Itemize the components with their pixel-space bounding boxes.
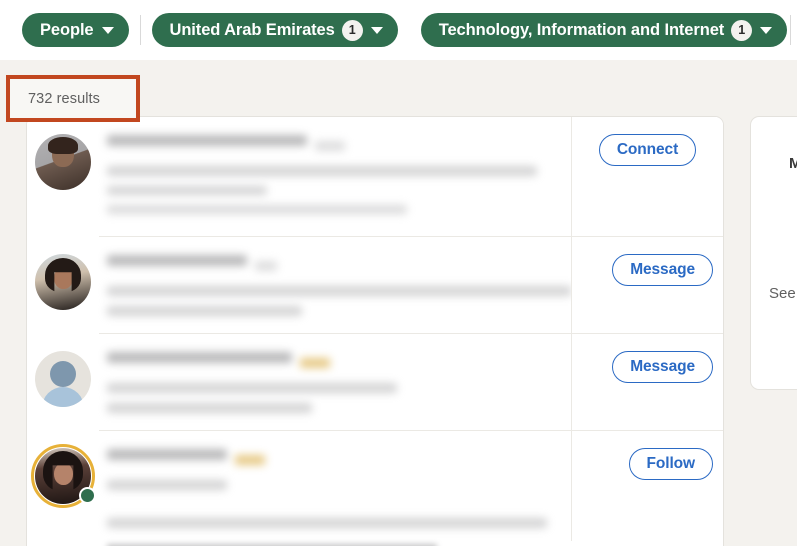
chevron-down-icon (101, 26, 114, 34)
table-row[interactable]: Follow (27, 431, 723, 541)
profile-info-redacted (99, 117, 571, 237)
linkedin-search-results-page: People United Arab Emirates 1 Technology… (0, 0, 797, 546)
connect-button[interactable]: Connect (598, 134, 697, 166)
filter-pill-industry[interactable]: Technology, Information and Internet 1 (420, 13, 788, 47)
results-count-highlight: 732 results (6, 75, 140, 122)
profile-info-redacted (99, 334, 571, 431)
filter-count-badge: 1 (341, 19, 363, 41)
profile-name-blurred (107, 449, 227, 460)
avatar[interactable] (35, 351, 91, 407)
profile-badge-blurred (235, 454, 265, 465)
action-cell: Message (571, 237, 723, 334)
profile-photo-icon (35, 254, 91, 310)
right-side-panel: M See (750, 116, 797, 390)
avatar[interactable] (31, 444, 96, 508)
profile-location-blurred (107, 306, 302, 316)
profile-headline-blurred (107, 286, 571, 296)
filter-pill-location[interactable]: United Arab Emirates 1 (151, 13, 398, 47)
chevron-down-icon (370, 26, 383, 34)
table-row[interactable]: Message (27, 334, 723, 431)
avatar-cell (27, 334, 99, 431)
side-panel-see-more-link[interactable]: See (769, 285, 796, 302)
side-panel-title: M (789, 155, 797, 172)
search-filter-bar: People United Arab Emirates 1 Technology… (0, 0, 797, 60)
filter-bar-right-divider (790, 15, 791, 45)
results-count-text: 732 results (28, 90, 101, 107)
filter-divider (139, 15, 141, 45)
search-results-card: Connect Message Message Follow (26, 116, 724, 546)
profile-meta-blurred (107, 205, 407, 214)
table-row[interactable]: Connect (27, 117, 723, 237)
profile-name-blurred (107, 255, 247, 266)
filter-pill-label: United Arab Emirates (169, 20, 335, 39)
profile-name-blurred (107, 135, 307, 146)
filter-pill-label: People (40, 20, 94, 39)
profile-meta-blurred (107, 518, 547, 528)
avatar[interactable] (35, 254, 91, 310)
profile-headline-blurred (107, 166, 537, 176)
profile-degree-blurred (315, 140, 345, 151)
profile-headline-blurred (107, 480, 227, 490)
message-button[interactable]: Message (612, 351, 713, 383)
follow-button[interactable]: Follow (628, 448, 713, 480)
profile-photo-icon (35, 134, 91, 190)
avatar-cell (27, 117, 99, 237)
message-button[interactable]: Message (612, 254, 713, 286)
action-cell: Follow (571, 431, 723, 541)
avatar-cell (27, 237, 99, 334)
profile-location-blurred (107, 186, 267, 195)
profile-headline-blurred (107, 383, 397, 393)
table-row[interactable]: Message (27, 237, 723, 334)
profile-info-redacted (99, 431, 571, 541)
filter-pill-label: Technology, Information and Internet (438, 20, 725, 39)
avatar[interactable] (35, 134, 91, 190)
profile-badge-blurred (300, 357, 330, 368)
default-avatar-icon (35, 351, 91, 407)
avatar-cell (27, 431, 99, 541)
filter-count-badge: 1 (731, 19, 753, 41)
chevron-down-icon (760, 26, 773, 34)
action-cell: Message (571, 334, 723, 431)
profile-info-redacted (99, 237, 571, 334)
profile-location-blurred (107, 403, 312, 413)
filter-pill-people[interactable]: People (22, 13, 129, 47)
open-to-work-status-icon (79, 487, 96, 504)
profile-name-blurred (107, 352, 292, 363)
action-cell: Connect (571, 117, 723, 237)
profile-degree-blurred (255, 260, 277, 271)
